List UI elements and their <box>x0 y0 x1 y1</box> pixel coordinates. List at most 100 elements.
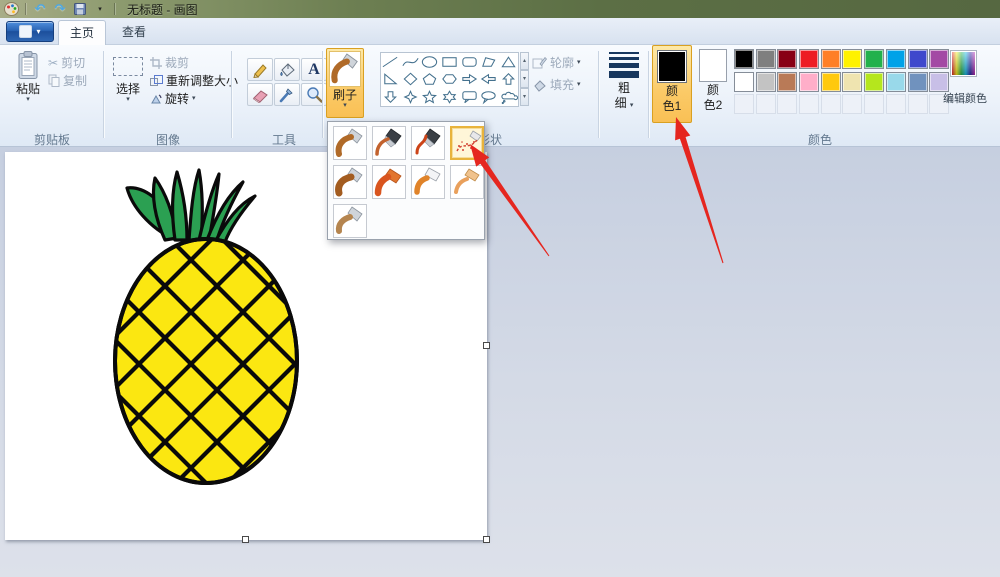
redo-button[interactable]: ↷ <box>52 2 68 16</box>
palette-swatch-a349a4[interactable] <box>929 49 950 69</box>
palette-empty-slot[interactable] <box>864 94 885 114</box>
copy-button[interactable]: 复制 <box>48 72 87 89</box>
brush-option-calligraphy-brush-1[interactable] <box>372 126 406 160</box>
palette-swatch-3f48cc[interactable] <box>907 49 928 69</box>
shape-fill-button[interactable]: 填充 ▾ <box>532 76 581 93</box>
shape-arrow-left-icon[interactable] <box>479 71 499 89</box>
shape-polygon-icon[interactable] <box>479 53 499 71</box>
fill-tool-button[interactable] <box>274 58 300 81</box>
palette-empty-slot[interactable] <box>842 94 863 114</box>
quick-access-toolbar: ↶ ↷ ▾ <box>0 2 117 16</box>
shape-hexagon-icon[interactable] <box>440 71 460 89</box>
brush-option-brush[interactable] <box>333 126 367 160</box>
shape-callout-cloud-icon[interactable] <box>498 88 518 106</box>
shape-arrow-right-icon[interactable] <box>459 71 479 89</box>
color-palette <box>734 49 954 117</box>
palette-swatch-efe4b0[interactable] <box>842 71 863 92</box>
eraser-tool-button[interactable] <box>247 83 273 106</box>
tab-view[interactable]: 查看 <box>110 20 158 45</box>
paint-menu-button[interactable]: ▾ <box>6 21 54 42</box>
color1-button[interactable]: 颜 色1 <box>652 45 692 123</box>
paste-button[interactable]: 粘贴 ▾ <box>8 51 48 103</box>
shape-ellipse-icon[interactable] <box>420 53 440 71</box>
palette-swatch-ffc90e[interactable] <box>820 71 841 92</box>
fill-bucket-icon <box>280 63 295 77</box>
palette-empty-slot[interactable] <box>820 94 841 114</box>
brushes-button[interactable]: 刷子 ▾ <box>326 48 364 118</box>
palette-empty-slot[interactable] <box>734 94 754 114</box>
palette-swatch-ffffff[interactable] <box>734 71 754 92</box>
tab-home[interactable]: 主页 <box>58 20 106 45</box>
palette-swatch-7f7f7f[interactable] <box>755 49 776 69</box>
palette-swatch-00a2e8[interactable] <box>885 49 906 69</box>
brush-option-natural-pencil[interactable] <box>450 165 484 199</box>
brush-option-airbrush[interactable] <box>450 126 484 160</box>
palette-swatch-880015[interactable] <box>777 49 798 69</box>
shape-outline-button[interactable]: 轮廓 ▾ <box>532 54 581 71</box>
palette-swatch-ff7f27[interactable] <box>820 49 841 69</box>
palette-swatch-b5e61d[interactable] <box>864 71 885 92</box>
paint-app-icon[interactable] <box>3 2 19 16</box>
palette-swatch-c8bfe7[interactable] <box>929 71 950 92</box>
brushes-label: 刷子 <box>332 88 357 102</box>
color2-label-line2: 色2 <box>703 98 723 112</box>
text-tool-button[interactable]: A <box>301 58 327 81</box>
shapes-more-button[interactable]: ▾ <box>520 88 529 106</box>
shape-diamond-icon[interactable] <box>401 71 421 89</box>
palette-swatch-ffaec9[interactable] <box>799 71 820 92</box>
title-bar: ↶ ↷ ▾ 无标题 - 画图 <box>0 0 1000 18</box>
shape-line-icon[interactable] <box>381 53 401 71</box>
shape-callout-rounded-icon[interactable] <box>459 88 479 106</box>
canvas-resize-handle-corner[interactable] <box>483 536 490 543</box>
shape-curve-icon[interactable] <box>401 53 421 71</box>
size-button[interactable]: 粗 细 ▾ <box>602 48 646 118</box>
magnifier-tool-button[interactable] <box>301 83 327 106</box>
palette-swatch-22b14c[interactable] <box>864 49 885 69</box>
undo-button[interactable]: ↶ <box>32 2 48 16</box>
qat-customize-button[interactable]: ▾ <box>92 2 108 16</box>
palette-swatch-b97a57[interactable] <box>777 71 798 92</box>
edit-colors-button[interactable] <box>950 50 977 77</box>
brush-option-calligraphy-brush-2[interactable] <box>411 126 445 160</box>
shape-star-4-icon[interactable] <box>401 88 421 106</box>
shape-rectangle-icon[interactable] <box>440 53 460 71</box>
palette-swatch-ed1c24[interactable] <box>799 49 820 69</box>
palette-swatch-c3c3c3[interactable] <box>755 71 776 92</box>
select-button[interactable]: 选择 ▾ <box>107 51 149 103</box>
crop-button[interactable]: 裁剪 <box>150 54 189 71</box>
brush-option-oil-brush[interactable] <box>333 165 367 199</box>
palette-empty-slot[interactable] <box>885 94 906 114</box>
shape-pentagon-icon[interactable] <box>420 71 440 89</box>
shape-right-triangle-icon[interactable] <box>381 71 401 89</box>
palette-empty-slot[interactable] <box>777 94 798 114</box>
shape-arrow-down-icon[interactable] <box>381 88 401 106</box>
shape-callout-oval-icon[interactable] <box>479 88 499 106</box>
color-picker-tool-button[interactable] <box>274 83 300 106</box>
cut-button[interactable]: ✂ 剪切 <box>48 54 85 71</box>
resize-button[interactable]: 重新调整大小 <box>150 72 238 89</box>
shape-arrow-up-icon[interactable] <box>498 71 518 89</box>
palette-swatch-fff200[interactable] <box>842 49 863 69</box>
brush-option-crayon[interactable] <box>372 165 406 199</box>
shapes-scroll-down-button[interactable]: ▾ <box>520 70 529 88</box>
brush-option-watercolor-brush[interactable] <box>333 204 367 238</box>
brush-option-marker[interactable] <box>411 165 445 199</box>
rotate-button[interactable]: 旋转 ▾ <box>150 90 196 107</box>
shape-star-6-icon[interactable] <box>440 88 460 106</box>
palette-swatch-7092be[interactable] <box>907 71 928 92</box>
palette-empty-slot[interactable] <box>755 94 776 114</box>
canvas-resize-handle-right[interactable] <box>483 342 490 349</box>
shapes-scroll-up-button[interactable]: ▴ <box>520 52 529 70</box>
shape-rounded-rectangle-icon[interactable] <box>459 53 479 71</box>
save-button[interactable] <box>72 2 88 16</box>
palette-swatch-000000[interactable] <box>734 49 754 69</box>
palette-empty-slot[interactable] <box>799 94 820 114</box>
shape-star-5-icon[interactable] <box>420 88 440 106</box>
paste-icon <box>18 51 38 79</box>
canvas-resize-handle-bottom[interactable] <box>242 536 249 543</box>
palette-empty-slot[interactable] <box>907 94 928 114</box>
palette-swatch-99d9ea[interactable] <box>885 71 906 92</box>
pencil-tool-button[interactable] <box>247 58 273 81</box>
shape-triangle-icon[interactable] <box>498 53 518 71</box>
color2-button[interactable]: 颜 色2 <box>695 45 731 123</box>
